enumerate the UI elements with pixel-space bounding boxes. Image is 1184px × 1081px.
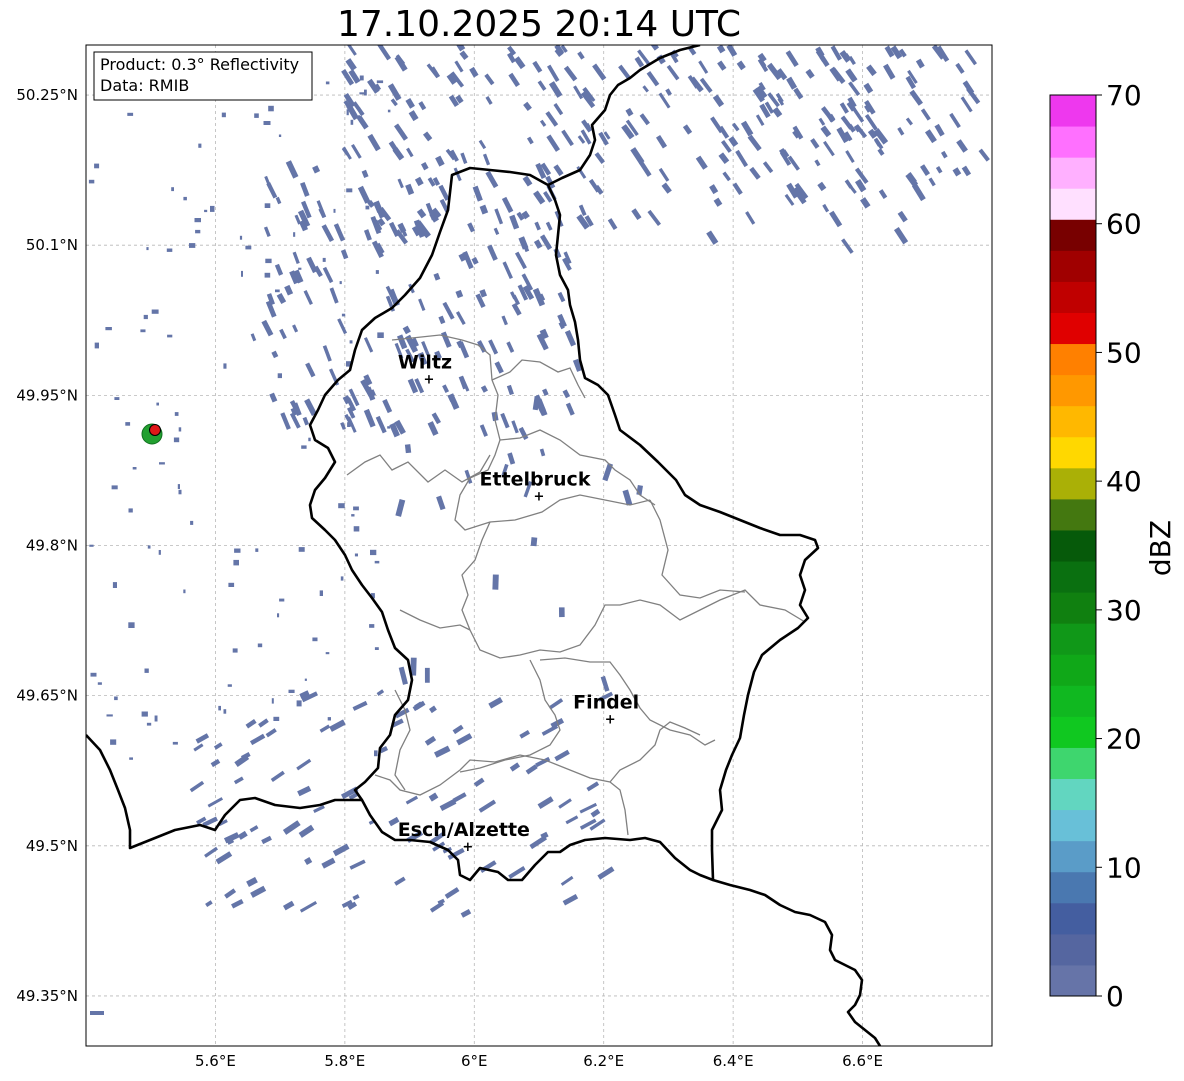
lat-tick-label: 49.35°N xyxy=(16,987,78,1005)
lon-tick-label: 6.2°E xyxy=(583,1052,624,1070)
lat-tick-label: 49.5°N xyxy=(26,837,78,855)
city-label: Wiltz xyxy=(398,351,452,373)
info-data-source: Data: RMIB xyxy=(100,76,189,95)
lon-tick-label: 5.6°E xyxy=(195,1052,236,1070)
latitude-labels: 50.25°N 50.1°N 49.95°N 49.8°N 49.65°N 49.5°N 4… xyxy=(16,86,78,1005)
info-product: Product: 0.3° Reflectivity xyxy=(100,55,299,74)
lon-tick-label: 6.4°E xyxy=(713,1052,754,1070)
radar-site-marker xyxy=(141,423,163,445)
info-box: Product: 0.3° Reflectivity Data: RMIB xyxy=(93,51,313,101)
city-label: Ettelbruck xyxy=(480,468,591,490)
city-label: Esch/Alzette xyxy=(398,819,530,841)
longitude-labels: 5.6°E 5.8°E 6°E 6.2°E 6.4°E 6.6°E xyxy=(195,1052,883,1070)
lon-tick-label: 6.6°E xyxy=(842,1052,883,1070)
lat-tick-label: 49.95°N xyxy=(16,386,78,404)
lon-tick-label: 5.8°E xyxy=(324,1052,365,1070)
city-marker: + xyxy=(424,372,435,387)
lat-tick-label: 49.65°N xyxy=(16,687,78,705)
lat-tick-label: 50.1°N xyxy=(26,236,78,254)
city-marker: + xyxy=(534,489,545,504)
lon-tick-label: 6°E xyxy=(461,1052,488,1070)
radar-map: +Wiltz+Ettelbruck+Findel+Esch/Alzette 50… xyxy=(16,44,993,1070)
lat-tick-label: 49.8°N xyxy=(26,537,78,555)
lat-tick-label: 50.25°N xyxy=(16,86,78,104)
city-label: Findel xyxy=(573,692,639,714)
city-marker: + xyxy=(462,840,473,855)
city-marker: + xyxy=(605,713,616,728)
